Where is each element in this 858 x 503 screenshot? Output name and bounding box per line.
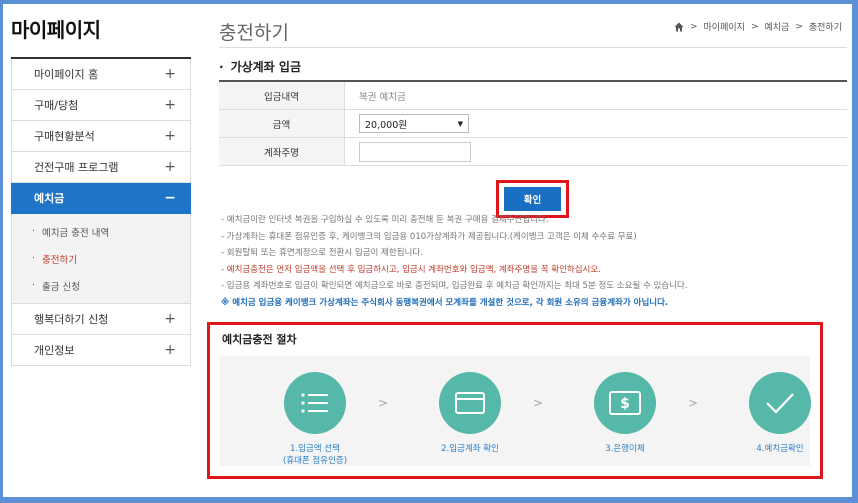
notice-item: - 입금용 계좌번호로 입금이 확인되면 예치금으로 바로 충전되며, 입금완료… (221, 281, 688, 291)
notice-text: 회원탈퇴 또는 휴면계정으로 전환시 입금이 제한됩니다. (226, 248, 423, 258)
form-row: 계좌주명 (219, 138, 847, 166)
sidebar-item-personal-info[interactable]: 개인정보 + (11, 335, 191, 366)
sidebar-item-analysis[interactable]: 구매현황분석 + (11, 121, 191, 152)
account-holder-cell (345, 138, 847, 165)
subitem-deposit-history[interactable]: · 예치금 충전 내역 (12, 218, 190, 245)
page-frame: 마이페이지 마이페이지 홈 + 구매/당첨 + 구매현황분석 + 건전구매 프로… (3, 4, 852, 497)
check-icon (749, 372, 811, 434)
breadcrumb-item[interactable]: 충전하기 (809, 20, 842, 33)
deposit-type-value: 복권 예치금 (359, 91, 406, 103)
page-title: 충전하기 (219, 22, 289, 44)
procedure-title: 예치금충전 절차 (222, 333, 297, 346)
dollar-icon: $ (594, 372, 656, 434)
bullet-icon: · (32, 226, 36, 237)
step-label-line: 3.은행이체 (605, 444, 645, 454)
plus-icon: + (164, 97, 176, 113)
plus-icon: + (164, 128, 176, 144)
sidebar-item-label: 마이페이지 홈 (34, 68, 99, 81)
sidebar-item-label: 개인정보 (34, 344, 75, 357)
subitem-label: 충전하기 (42, 254, 77, 266)
sidebar-menu: 마이페이지 홈 + 구매/당첨 + 구매현황분석 + 건전구매 프로그램 + 예… (11, 57, 191, 366)
step-label-line: 2.입금계좌 확인 (441, 444, 499, 454)
confirm-button[interactable]: 확인 (504, 187, 561, 211)
notice-list: - 예치금이란 인터넷 복권을 구입하실 수 있도록 미리 충전해 둔 복권 구… (221, 212, 841, 311)
step-bank-transfer: $ 3.은행이체 (560, 372, 690, 455)
chevron-right-icon: > (689, 21, 698, 32)
step-select-amount: 1.입금액 선택 (휴대폰 점유인증) (250, 372, 380, 467)
breadcrumb: > 마이페이지 > 예치금 > 충전하기 (674, 20, 842, 33)
plus-icon: + (164, 159, 176, 175)
amount-cell: 20,000원 ▼ (345, 110, 847, 137)
svg-text:$: $ (620, 396, 630, 412)
card-icon (439, 372, 501, 434)
title-divider (219, 47, 847, 48)
step-label: 4.예치금확인 (715, 443, 845, 455)
breadcrumb-item[interactable]: 마이페이지 (704, 20, 745, 33)
sidebar-item-label: 예치금 (34, 192, 65, 205)
step-label-line: 1.입금액 선택 (290, 444, 340, 454)
notice-text: 예치금이란 인터넷 복권을 구입하실 수 있도록 미리 충전해 둔 복권 구매용… (226, 215, 549, 225)
deposit-submenu: · 예치금 충전 내역 · 충전하기 · 출금 신청 (11, 214, 191, 304)
plus-icon: + (164, 311, 176, 327)
plus-icon: + (164, 342, 176, 358)
sidebar-item-healthy-program[interactable]: 건전구매 프로그램 + (11, 152, 191, 183)
procedure-highlight: 예치금충전 절차 1.입금액 선택 (휴대폰 점유인증) > 2.입금계좌 확인… (207, 322, 823, 479)
form-row: 금액 20,000원 ▼ (219, 110, 847, 138)
procedure-steps: 1.입금액 선택 (휴대폰 점유인증) > 2.입금계좌 확인 > $ 3.은행… (220, 356, 811, 467)
sidebar-item-label: 행복더하기 신청 (34, 313, 109, 326)
notice-item: - 예치금이란 인터넷 복권을 구입하실 수 있도록 미리 충전해 둔 복권 구… (221, 215, 549, 225)
notice-warning: ※ 예치금 입금용 케이뱅크 가상계좌는 주식회사 동행복권에서 모계좌를 개설… (221, 297, 669, 308)
minus-icon: − (164, 190, 176, 206)
subitem-label: 예치금 충전 내역 (42, 227, 110, 239)
sidebar-item-label: 구매현황분석 (34, 130, 95, 143)
chevron-right-icon: > (750, 21, 759, 32)
subitem-label: 출금 신청 (42, 281, 81, 293)
step-confirm-deposit: 4.예치금확인 (715, 372, 845, 455)
form-label: 금액 (219, 110, 345, 137)
chevron-right-icon: > (795, 21, 803, 32)
chevron-down-icon: ▼ (457, 119, 463, 128)
subitem-withdraw[interactable]: · 출금 신청 (12, 272, 190, 299)
home-icon[interactable] (674, 22, 684, 32)
notice-item: - 가상계좌는 휴대폰 점유인증 후, 케이뱅크의 입금용 010가상계좌가 제… (221, 231, 637, 242)
sidebar-item-mypage-home[interactable]: 마이페이지 홈 + (11, 59, 191, 90)
chevron-right-icon: > (533, 396, 544, 410)
list-icon (284, 372, 346, 434)
chevron-right-icon: > (688, 396, 699, 410)
step-label: 1.입금액 선택 (휴대폰 점유인증) (250, 443, 380, 467)
plus-icon: + (164, 66, 176, 82)
notice-text: 예치금충전은 먼저 입금액을 선택 후 입금하시고, 입금시 계좌번호와 입금액… (226, 264, 601, 275)
notice-item: - 예치금충전은 먼저 입금액을 선택 후 입금하시고, 입금시 계좌번호와 입… (221, 264, 601, 275)
form-row: 입금내역 복권 예치금 (219, 82, 847, 110)
bullet-icon: · (219, 60, 224, 74)
step-label: 2.입금계좌 확인 (405, 443, 535, 455)
step-label-line: (휴대폰 점유인증) (282, 456, 348, 466)
section-title-text: 가상계좌 입금 (230, 60, 301, 74)
bullet-icon: · (32, 280, 36, 291)
form-label: 계좌주명 (219, 138, 345, 165)
amount-select[interactable]: 20,000원 ▼ (359, 114, 469, 133)
step-check-account: 2.입금계좌 확인 (405, 372, 535, 455)
sidebar-item-label: 건전구매 프로그램 (34, 161, 119, 174)
step-label: 3.은행이체 (560, 443, 690, 455)
bullet-icon: · (32, 253, 36, 264)
chevron-right-icon: > (378, 396, 389, 410)
sidebar-item-purchase[interactable]: 구매/당첨 + (11, 90, 191, 121)
breadcrumb-item[interactable]: 예치금 (764, 20, 789, 33)
notice-item: - 회원탈퇴 또는 휴면계정으로 전환시 입금이 제한됩니다. (221, 248, 423, 258)
sidebar-item-label: 구매/당첨 (34, 99, 79, 112)
notice-text: 가상계좌는 휴대폰 점유인증 후, 케이뱅크의 입금용 010가상계좌가 제공됩… (226, 231, 637, 242)
step-label-line: 4.예치금확인 (756, 444, 804, 454)
sidebar-item-happy-plus[interactable]: 행복더하기 신청 + (11, 304, 191, 335)
sidebar-item-deposit[interactable]: 예치금 − (11, 183, 191, 214)
account-holder-input[interactable] (359, 141, 471, 162)
form-label: 입금내역 (219, 82, 345, 109)
notice-text: 입금용 계좌번호로 입금이 확인되면 예치금으로 바로 충전되며, 입금완료 후… (226, 281, 688, 291)
sidebar-title: 마이페이지 (11, 18, 101, 42)
deposit-form: 입금내역 복권 예치금 금액 20,000원 ▼ 계좌주명 (219, 80, 847, 166)
amount-selected-value: 20,000원 (365, 119, 407, 131)
subitem-charge[interactable]: · 충전하기 (12, 245, 190, 272)
section-title: · 가상계좌 입금 (219, 58, 301, 75)
